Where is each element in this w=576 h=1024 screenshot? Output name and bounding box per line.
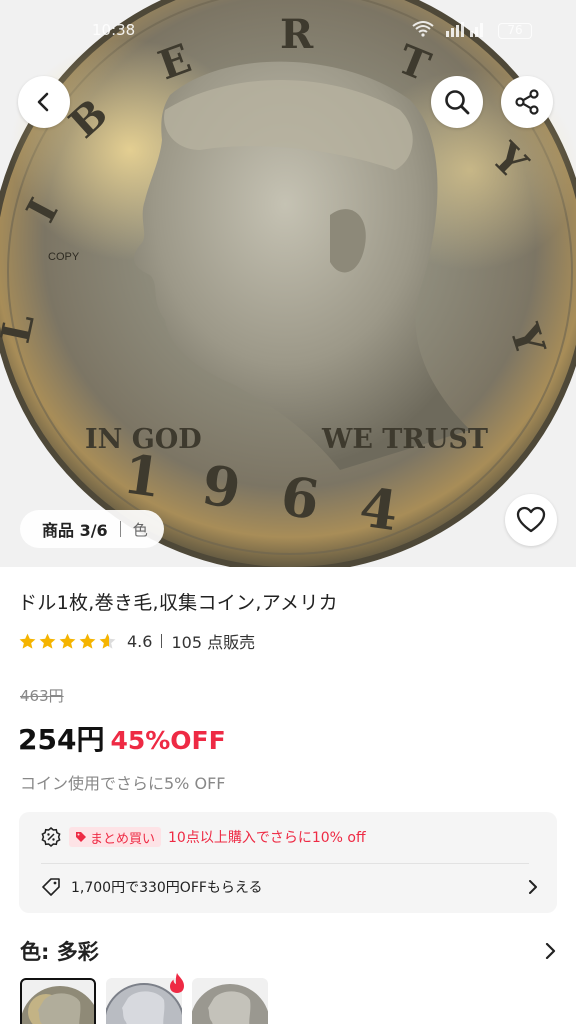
star-icon bbox=[79, 633, 96, 649]
rating-stars bbox=[18, 632, 117, 651]
rating-row[interactable]: 4.6 105 点販売 bbox=[18, 628, 255, 654]
status-bar: 10:38 76 bbox=[0, 0, 576, 40]
current-price: 254円 bbox=[18, 723, 105, 756]
image-counter[interactable]: 商品 3/6 色 bbox=[20, 510, 164, 548]
counter-divider bbox=[119, 521, 121, 537]
rating-value: 4.6 bbox=[127, 631, 153, 651]
signal-icon bbox=[446, 21, 486, 40]
fire-icon bbox=[170, 973, 184, 993]
tag-icon bbox=[76, 832, 86, 842]
discount-badge: 45%OFF bbox=[110, 726, 226, 755]
product-image[interactable]: L I B E R T Y Y IN GOD WE TRUST 1964 COP… bbox=[0, 0, 576, 567]
color-thumbnails bbox=[20, 978, 268, 1024]
product-image-gallery[interactable]: L I B E R T Y Y IN GOD WE TRUST 1964 COP… bbox=[0, 0, 576, 567]
half-star-icon bbox=[99, 633, 116, 649]
product-title: ドル1枚,巻き毛,収集コイン,アメリカ bbox=[18, 592, 338, 614]
chevron-right-icon bbox=[529, 880, 537, 894]
percent-badge-icon bbox=[41, 827, 61, 847]
color-option-thumbnail[interactable] bbox=[192, 978, 268, 1024]
status-icons: 76 bbox=[412, 21, 532, 40]
sold-count: 105 点販売 bbox=[171, 633, 256, 652]
coupon-text: 1,700円で330円OFFもらえる bbox=[71, 880, 263, 896]
heart-icon bbox=[516, 506, 546, 533]
color-selector-label: 色: 多彩 bbox=[20, 940, 99, 964]
star-icon bbox=[39, 633, 56, 649]
promotion-box: まとめ買い 10点以上購入でさらに10% off 1,700円で330円OFFも… bbox=[19, 812, 557, 913]
price-row: 254円 45%OFF bbox=[18, 718, 226, 758]
star-icon bbox=[59, 633, 76, 649]
watermark: COPY bbox=[48, 251, 80, 263]
back-button[interactable] bbox=[18, 76, 70, 128]
bulk-buy-text: 10点以上購入でさらに10% off bbox=[168, 830, 366, 846]
favorite-button[interactable] bbox=[505, 494, 557, 546]
coin-discount-note: コイン使用でさらに5% OFF bbox=[20, 774, 226, 793]
share-button[interactable] bbox=[501, 76, 553, 128]
promo-divider bbox=[41, 863, 529, 864]
color-option-thumbnail[interactable] bbox=[20, 978, 96, 1024]
tag-icon bbox=[42, 878, 60, 896]
color-tab[interactable]: 色 bbox=[133, 519, 148, 540]
battery-icon: 76 bbox=[498, 22, 532, 39]
coin-motto-right: WE TRUST bbox=[321, 424, 488, 455]
image-counter-text: 商品 3/6 bbox=[42, 521, 108, 540]
bulk-buy-badge: まとめ買い bbox=[69, 827, 162, 847]
status-time: 10:38 bbox=[92, 21, 136, 39]
share-icon bbox=[515, 89, 539, 115]
star-icon bbox=[19, 633, 36, 649]
bulk-promo-row[interactable]: まとめ買い 10点以上購入でさらに10% off bbox=[41, 827, 366, 847]
coupon-row[interactable]: 1,700円で330円OFFもらえる bbox=[41, 875, 539, 899]
bulk-buy-label: まとめ買い bbox=[90, 831, 156, 847]
search-button[interactable] bbox=[431, 76, 483, 128]
rating-divider bbox=[161, 634, 163, 648]
color-selector-row[interactable]: 色: 多彩 bbox=[20, 936, 556, 966]
wifi-icon bbox=[412, 21, 434, 40]
back-arrow-icon bbox=[37, 92, 49, 112]
chevron-right-icon bbox=[545, 943, 556, 959]
search-icon bbox=[445, 90, 470, 115]
original-price: 463円 bbox=[20, 687, 64, 705]
